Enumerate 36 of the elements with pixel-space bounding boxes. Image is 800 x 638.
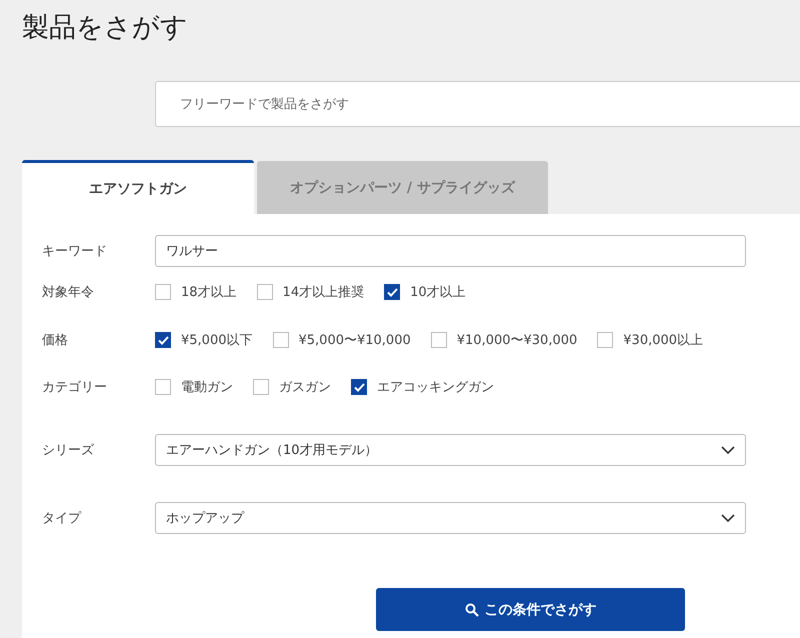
option-label: ガスガン [279,379,331,396]
checkbox[interactable] [155,379,171,395]
page-title: 製品をさがす [22,11,189,45]
option-label: 電動ガン [181,379,233,396]
option-label: エアコッキングガン [377,379,494,396]
dropdown[interactable]: ホップアップ [155,502,746,534]
search-icon [464,602,478,616]
tab[interactable]: エアソフトガン [22,160,254,214]
checkbox[interactable] [155,284,171,300]
field-label: 価格 [42,332,69,349]
search-field[interactable]: フリーワードで製品をさがす [155,81,800,127]
checkbox[interactable] [253,379,269,395]
field-label: カテゴリー [42,379,108,396]
search-button[interactable]: この条件でさがす [376,588,685,631]
option-label: ¥10,000〜¥30,000 [456,332,578,349]
dropdown[interactable]: エアーハンドガン（10才用モデル） [155,434,746,466]
option-label: 14才以上推奨 [282,284,364,301]
chevron-down-icon [721,514,735,522]
option-label: ¥30,000以上 [623,332,704,349]
field-label: シリーズ [42,442,95,459]
checkbox[interactable] [430,332,447,348]
option-label: ¥5,000〜¥10,000 [298,332,411,349]
checkbox[interactable] [272,332,288,348]
option-label: 18才以上 [181,284,237,301]
field-label: タイプ [42,510,82,527]
chevron-down-icon [721,446,735,454]
checkbox[interactable] [384,284,400,300]
field-label: 対象年令 [42,284,95,301]
field-label: キーワード [42,243,108,260]
checkbox[interactable] [256,284,273,300]
checkbox[interactable] [351,379,367,395]
keyword-field[interactable]: ワルサー [155,235,746,267]
option-label: ¥5,000以下 [181,332,252,349]
checkbox[interactable] [155,332,171,348]
checkbox[interactable] [597,332,614,348]
option-label: 10才以上 [410,284,466,301]
